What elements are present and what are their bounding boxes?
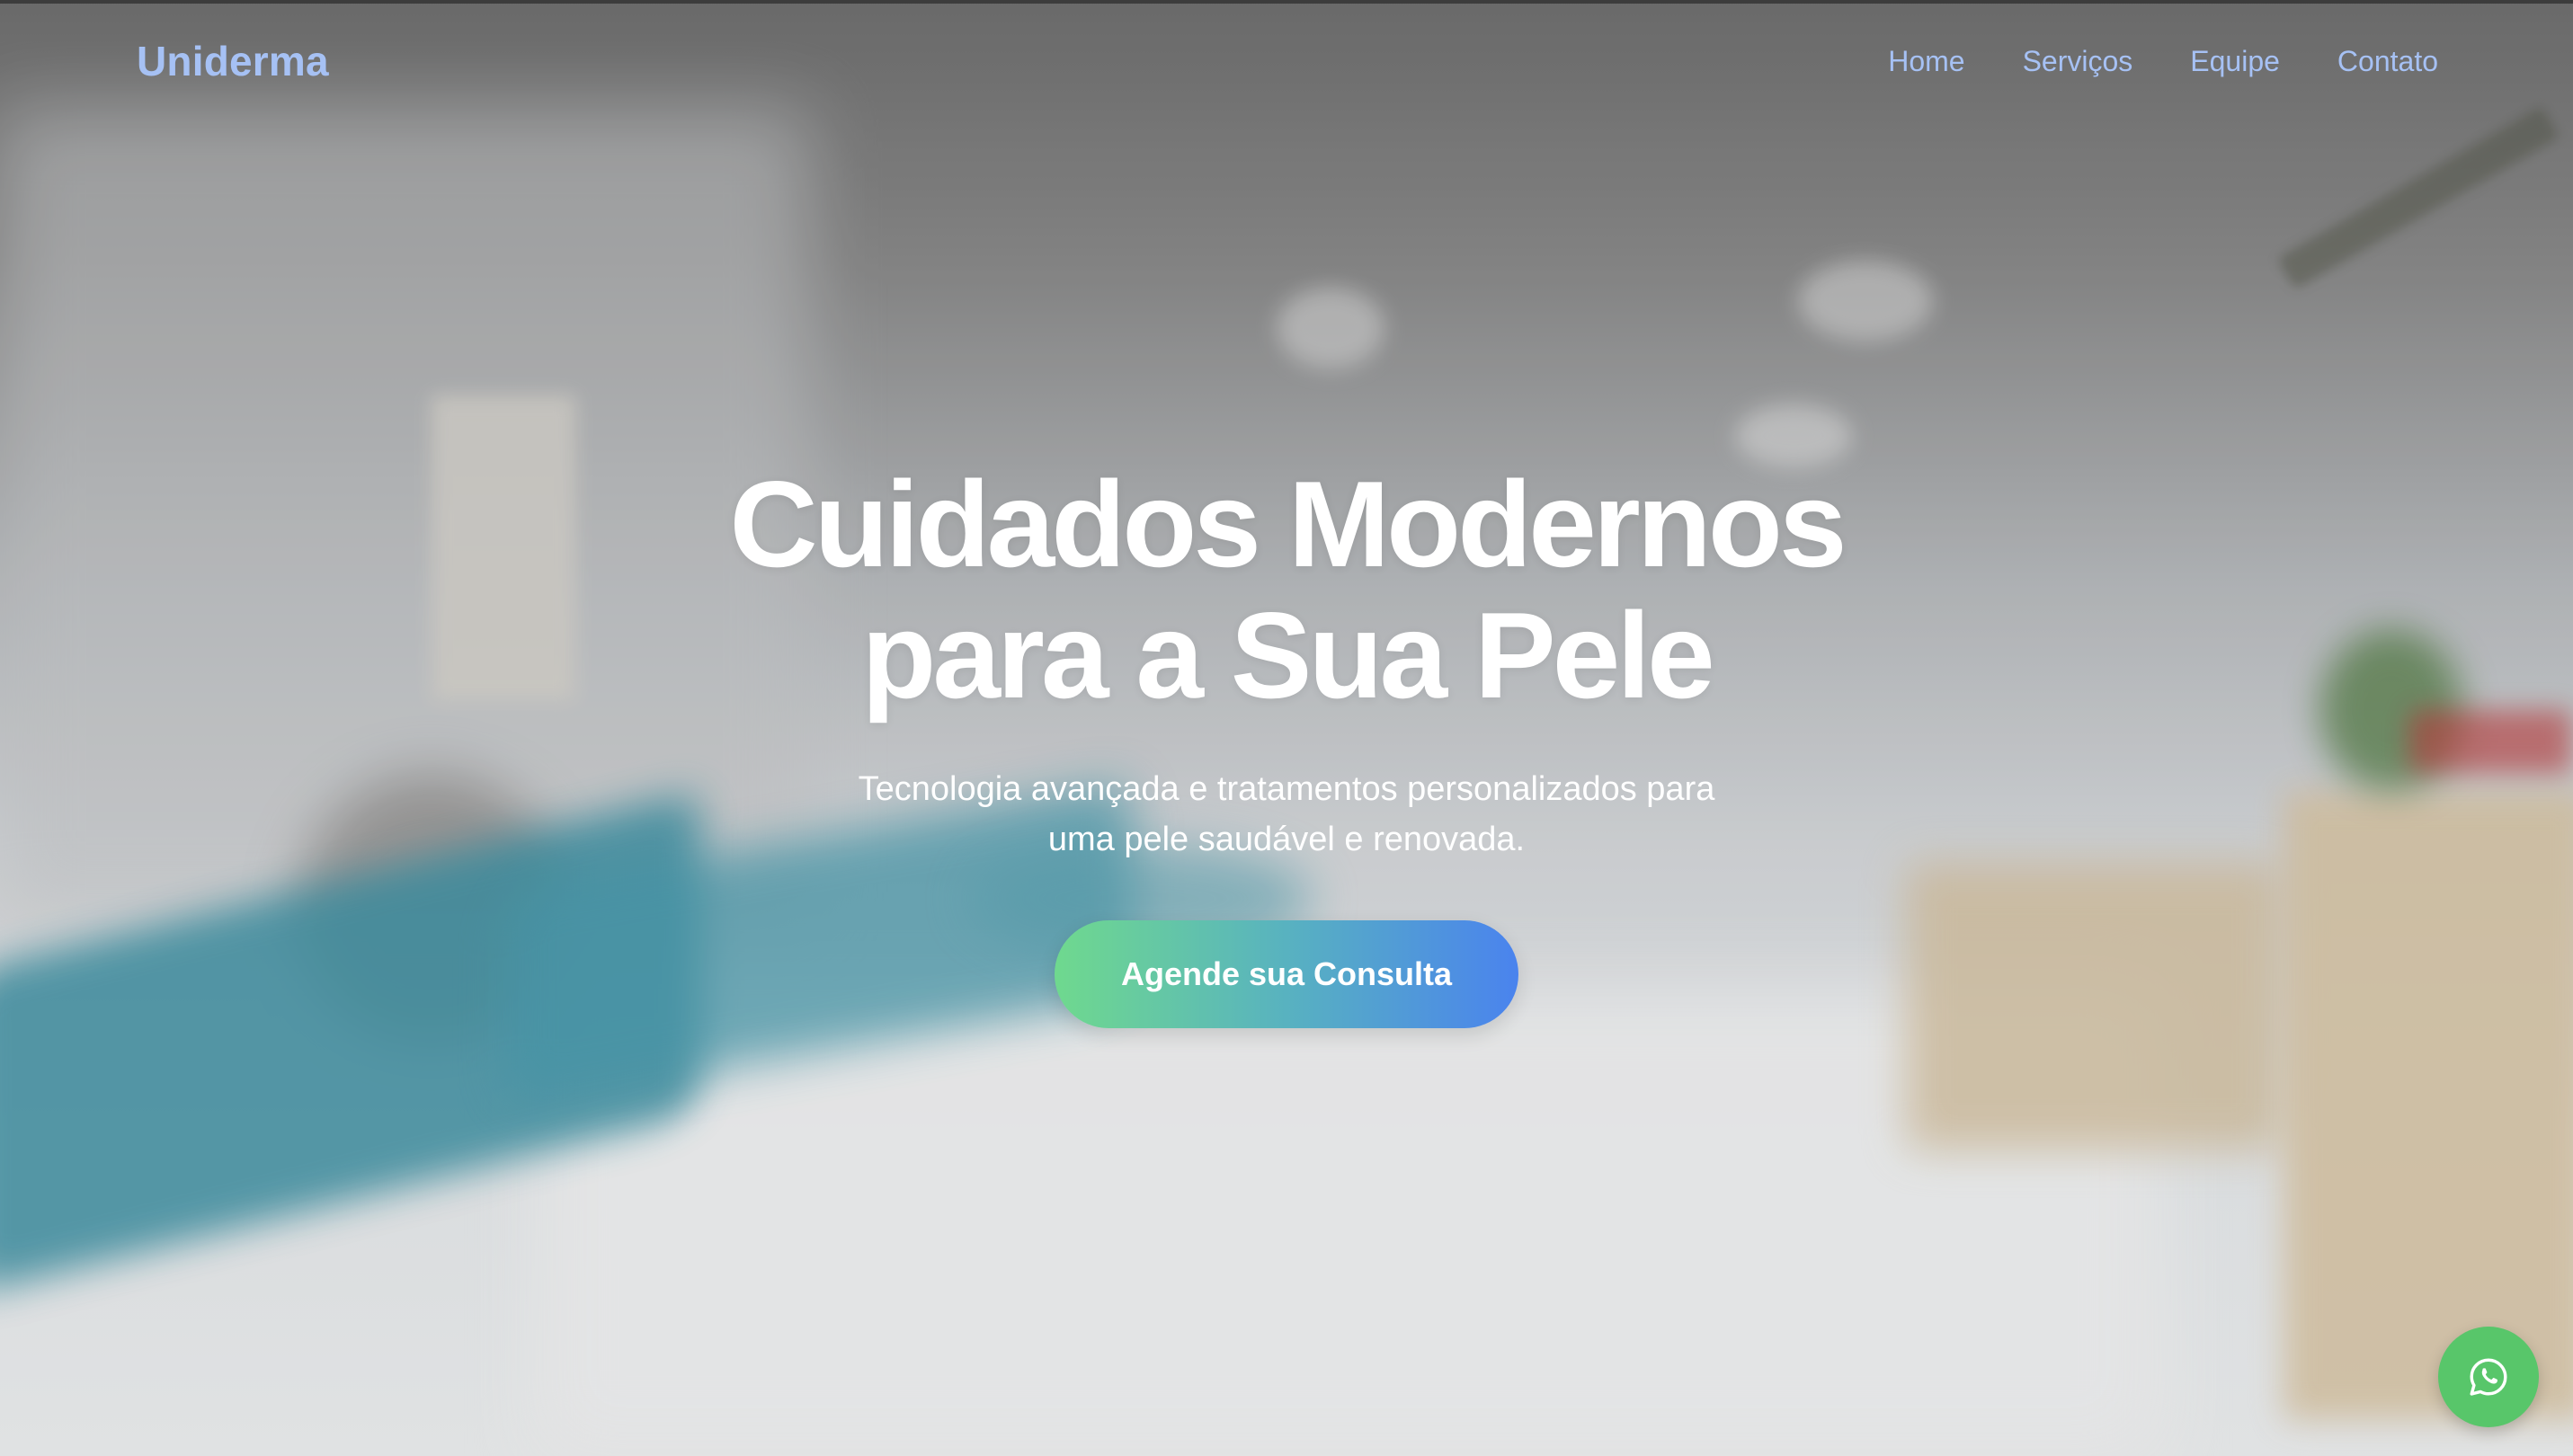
nav-link-servicos[interactable]: Serviços xyxy=(2023,45,2133,78)
schedule-appointment-button[interactable]: Agende sua Consulta xyxy=(1055,920,1518,1028)
nav-link-equipe[interactable]: Equipe xyxy=(2190,45,2280,78)
nav-links: Home Serviços Equipe Contato xyxy=(1888,45,2438,78)
hero-title: Cuidados Modernos para a Sua Pele xyxy=(657,458,1916,721)
hero-subtitle-line-2: uma pele saudável e renovada. xyxy=(1047,821,1526,858)
whatsapp-button[interactable] xyxy=(2438,1327,2539,1427)
navbar: Uniderma Home Serviços Equipe Contato xyxy=(0,0,2573,122)
nav-link-contato[interactable]: Contato xyxy=(2337,45,2438,78)
nav-link-home[interactable]: Home xyxy=(1888,45,1964,78)
hero-section: Cuidados Modernos para a Sua Pele Tecnol… xyxy=(0,458,2573,1028)
brand-logo[interactable]: Uniderma xyxy=(137,37,329,85)
hero-subtitle-line-1: Tecnologia avançada e tratamentos person… xyxy=(858,770,1715,808)
whatsapp-icon xyxy=(2470,1358,2507,1396)
hero-subtitle: Tecnologia avançada e tratamentos person… xyxy=(828,764,1745,865)
hero-title-line-2: para a Sua Pele xyxy=(861,587,1714,724)
hero-title-line-1: Cuidados Modernos xyxy=(729,456,1847,592)
